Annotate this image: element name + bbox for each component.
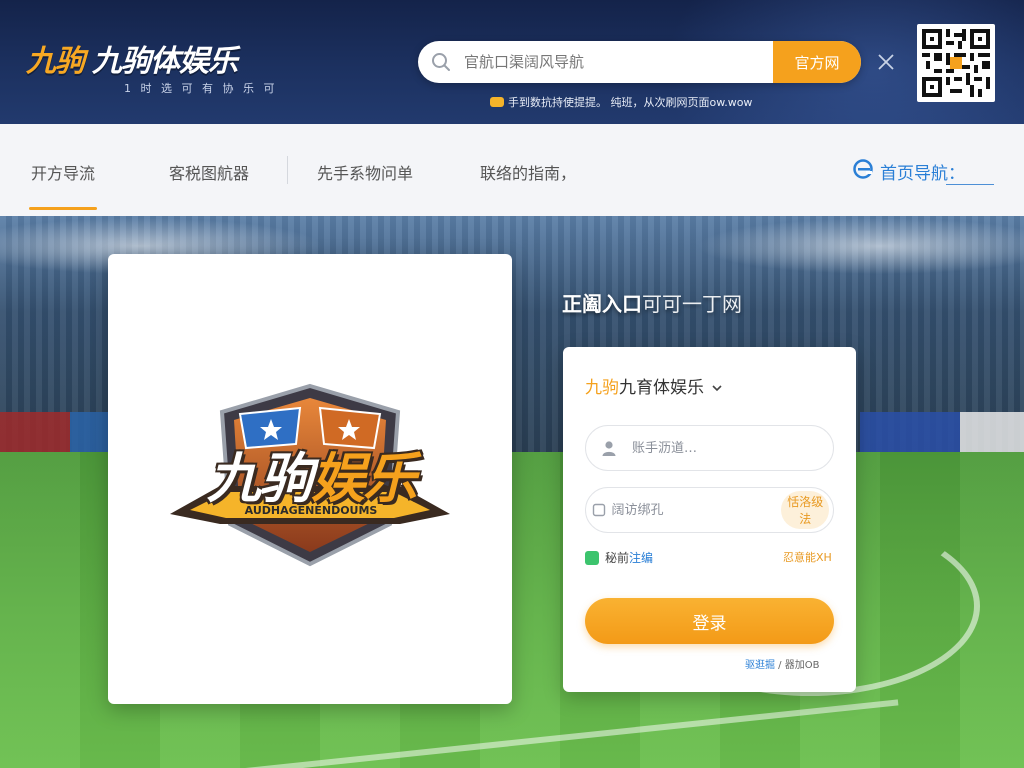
main-nav: 开方导流 客税图航器 先手系物问单 联络的指南， 首页导航： <box>0 124 1024 216</box>
forgot-link[interactable]: 忍意能XH <box>783 549 832 565</box>
logo-wordmark: 九驹娱乐 <box>166 434 456 513</box>
logo-text-main: 九驹 <box>207 447 313 510</box>
top-header: 九驹 九驹体娱乐 1 时 选 可 有 协 乐 可 官方网 手到数抗持使提提。 纯… <box>0 0 1024 124</box>
chevron-down-icon <box>712 385 722 392</box>
remember-checkbox[interactable] <box>585 550 599 565</box>
username-field-wrap <box>585 425 834 471</box>
close-icon[interactable] <box>874 50 898 74</box>
hero-section: 九驹娱乐 AUDHAGENENDOUMS 正阖入口可可一丁网 九驹九育体娱乐 账… <box>0 216 1024 768</box>
nav-home-link[interactable]: 首页导航： <box>852 158 965 185</box>
header-notice: 手到数抗持使提提。 纯班，从次刷网页面ow.wow <box>490 94 752 110</box>
brand-logo[interactable]: 九驹 九驹体娱乐 <box>26 36 238 80</box>
login-brand-accent: 九驹 <box>585 378 619 398</box>
captcha-button[interactable]: 恬洛级法 <box>781 491 829 529</box>
notice-text: 手到数抗持使提提。 纯班，从次刷网页面ow.wow <box>508 96 753 109</box>
remember-prefix: 秘前 <box>605 551 630 565</box>
hero-title-light: 可可一丁网 <box>642 292 742 316</box>
login-brand-select[interactable]: 九驹九育体娱乐 <box>585 373 723 398</box>
nav-item-contact[interactable]: 联络的指南， <box>480 160 576 184</box>
captcha-input[interactable] <box>611 488 782 532</box>
brand-slogan: 1 时 选 可 有 协 乐 可 <box>124 82 278 95</box>
nav-item-official[interactable]: 开方导流 <box>28 160 98 210</box>
nav-item-guide[interactable]: 客税图航器 <box>169 160 249 184</box>
search-input[interactable] <box>464 41 773 83</box>
nav-divider <box>287 156 288 184</box>
remember-row: 秘前 注编 <box>585 549 653 566</box>
login-button[interactable]: 登录 <box>585 598 834 644</box>
checkbox-icon <box>586 488 611 532</box>
ie-browser-icon <box>852 158 874 185</box>
qr-code <box>917 24 995 102</box>
brand-mark: 九驹 <box>26 44 85 79</box>
notice-icon <box>490 97 504 107</box>
logo-card: 九驹娱乐 AUDHAGENENDOUMS <box>108 254 512 704</box>
username-input[interactable] <box>632 426 833 470</box>
search-icon <box>418 41 464 83</box>
logo-text-accent: 娱乐 <box>311 447 417 510</box>
search-bar: 官方网 <box>418 41 861 83</box>
login-brand-rest: 九育体娱乐 <box>619 378 704 398</box>
footer-link[interactable]: 驱逛掘 <box>745 660 775 671</box>
nav-home-underline <box>946 184 994 185</box>
logo-subtitle: AUDHAGENENDOUMS <box>244 504 378 517</box>
login-footer: 驱逛掘 / 器加OB <box>745 656 819 671</box>
brand-name: 九驹体娱乐 <box>92 44 238 79</box>
search-button[interactable]: 官方网 <box>773 41 861 83</box>
hero-title: 正阖入口可可一丁网 <box>562 288 742 317</box>
hero-title-bold: 正阖入口 <box>562 292 642 316</box>
nav-home-label: 首页导航： <box>880 164 965 184</box>
user-icon <box>586 426 632 470</box>
footer-text: / 器加OB <box>775 660 820 671</box>
captcha-field-wrap: 恬洛级法 <box>585 487 834 533</box>
register-link[interactable]: 注编 <box>629 549 653 566</box>
nav-item-newbie[interactable]: 先手系物问单 <box>317 160 413 184</box>
login-card: 九驹九育体娱乐 恬洛级法 秘 <box>563 347 856 692</box>
